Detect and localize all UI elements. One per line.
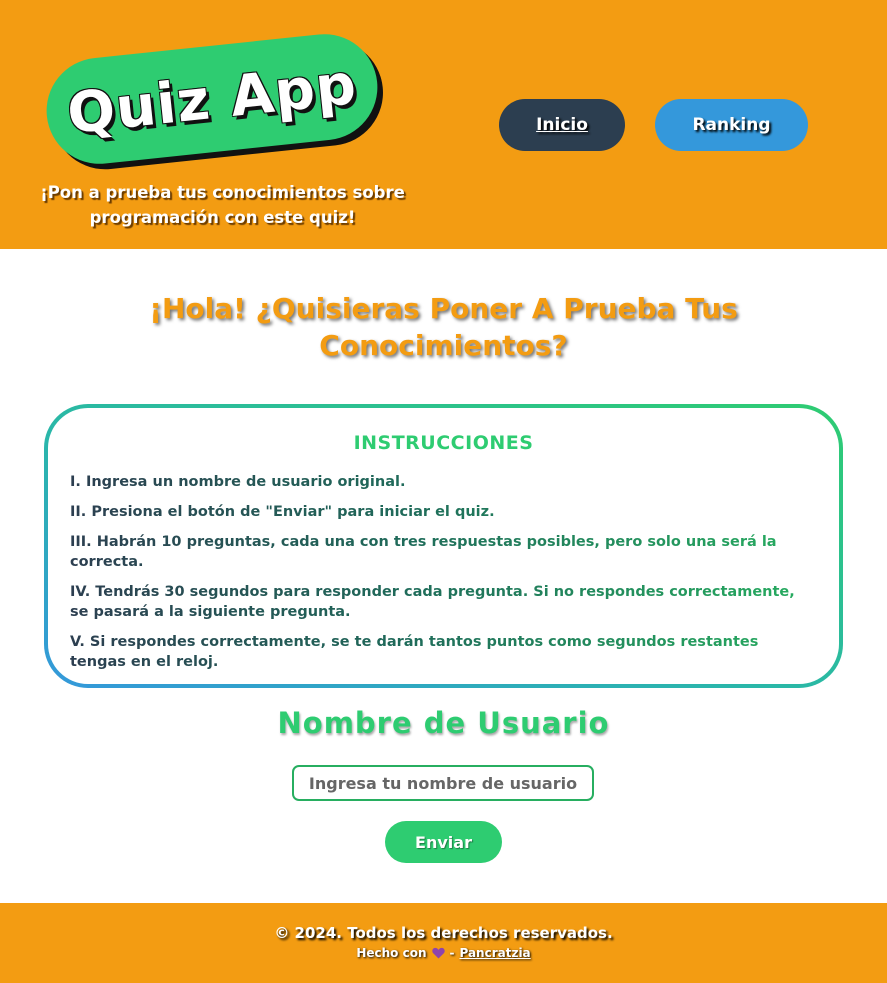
nav-inicio-button[interactable]: Inicio <box>499 99 625 151</box>
submit-button[interactable]: Enviar <box>385 821 502 863</box>
author-link[interactable]: Pancratzia <box>459 946 530 960</box>
logo-title: Quiz App <box>64 51 360 147</box>
username-heading: Nombre de Usuario <box>277 706 610 740</box>
header-tagline: ¡Pon a prueba tus conocimientos sobre pr… <box>40 183 405 227</box>
instruction-item-5: V. Si respondes correctamente, se te dar… <box>70 632 817 672</box>
instructions-card: INSTRUCCIONES I. Ingresa un nombre de us… <box>44 404 843 688</box>
site-header: Quiz App ¡Pon a prueba tus conocimientos… <box>0 0 887 249</box>
site-footer: © 2024. Todos los derechos reservados. H… <box>0 903 887 983</box>
instruction-item-1: I. Ingresa un nombre de usuario original… <box>70 472 817 492</box>
made-with-text: Hecho con <box>356 946 427 960</box>
instructions-panel: INSTRUCCIONES I. Ingresa un nombre de us… <box>48 408 839 684</box>
instruction-item-2: II. Presiona el botón de "Enviar" para i… <box>70 502 817 522</box>
username-input[interactable] <box>292 765 594 801</box>
greeting-heading: ¡Hola! ¿Quisieras Poner A Prueba Tus Con… <box>149 292 738 362</box>
instruction-item-3: III. Habrán 10 preguntas, cada una con t… <box>70 532 817 572</box>
purple-heart-icon <box>431 947 445 959</box>
footer-copyright: © 2024. Todos los derechos reservados. <box>274 924 613 942</box>
instructions-list: I. Ingresa un nombre de usuario original… <box>70 472 817 672</box>
credits-separator: - <box>449 946 455 960</box>
nav-ranking-button[interactable]: Ranking <box>655 99 808 151</box>
footer-credits: Hecho con - Pancratzia <box>0 946 887 960</box>
instruction-item-4: IV. Tendrás 30 segundos para responder c… <box>70 582 817 622</box>
instructions-title: INSTRUCCIONES <box>353 432 534 454</box>
